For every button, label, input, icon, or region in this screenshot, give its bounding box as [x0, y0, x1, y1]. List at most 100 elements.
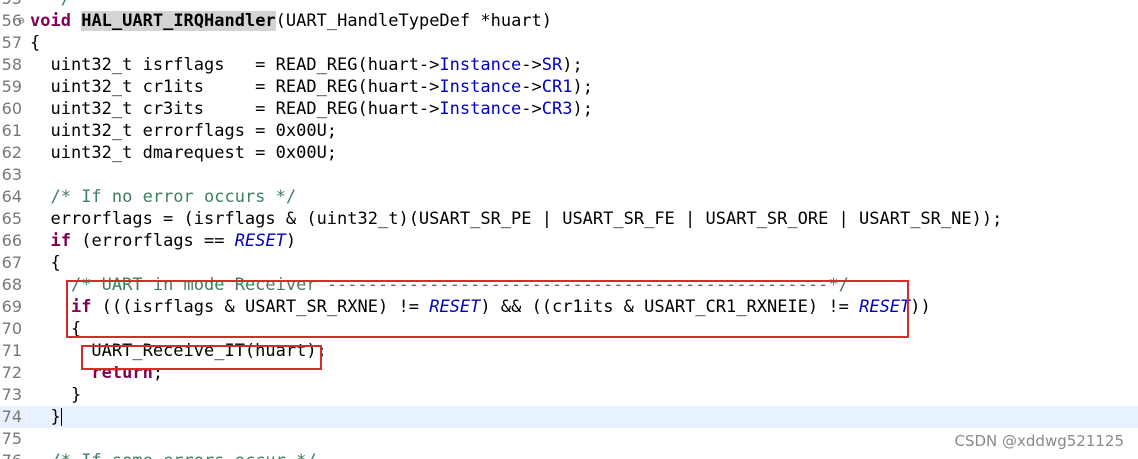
- code-token: (UART_HandleTypeDef *huart): [275, 11, 553, 31]
- code-line[interactable]: 59 uint32_t cr1its = READ_REG(huart->Ins…: [0, 76, 1138, 98]
- code-text: uint32_t isrflags = READ_REG(huart->Inst…: [30, 54, 583, 76]
- code-line[interactable]: 63: [0, 164, 1138, 186]
- code-editor[interactable]: 55 */56⊖void HAL_UART_IRQHandler(UART_Ha…: [0, 0, 1138, 459]
- code-text: uint32_t cr3its = READ_REG(huart->Instan…: [30, 98, 593, 120]
- code-token: errorflags = (isrflags & (uint32_t)(USAR…: [30, 209, 1003, 229]
- line-number: 76: [0, 450, 22, 459]
- code-text: {: [30, 32, 40, 54]
- code-text: */: [30, 0, 70, 10]
- line-number: 74: [1, 407, 22, 426]
- code-token: Instance: [439, 99, 522, 119]
- code-token: {: [30, 33, 41, 53]
- code-text: }: [30, 384, 81, 406]
- code-text: /* If some errors occur */: [30, 450, 316, 459]
- code-token: RESET: [429, 297, 481, 317]
- code-line[interactable]: 74 }: [0, 406, 1138, 428]
- code-token: CR3: [541, 99, 573, 119]
- code-text: {: [30, 318, 81, 340]
- line-number: 59: [1, 77, 22, 96]
- line-number: 58: [1, 55, 22, 74]
- code-line[interactable]: 65 errorflags = (isrflags & (uint32_t)(U…: [0, 208, 1138, 230]
- code-text: void HAL_UART_IRQHandler(UART_HandleType…: [30, 10, 552, 32]
- code-token: if: [50, 231, 71, 251]
- line-number: 60: [1, 99, 22, 118]
- code-token: ): [285, 231, 297, 251]
- code-line[interactable]: 68 /* UART in mode Receiver ------------…: [0, 274, 1138, 296]
- code-line[interactable]: 58 uint32_t isrflags = READ_REG(huart->I…: [0, 54, 1138, 76]
- line-number: 65: [1, 209, 22, 228]
- code-token: /* If some errors occur */: [50, 451, 316, 459]
- line-number: 57: [1, 33, 22, 52]
- code-token: (errorflags ==: [70, 231, 235, 251]
- line-number: 67: [1, 253, 22, 272]
- text-caret: [60, 408, 62, 426]
- function-name-highlight: HAL_UART_IRQHandler: [81, 11, 276, 31]
- fold-toggle-icon[interactable]: ⊖: [18, 10, 25, 32]
- code-token: ;: [152, 363, 164, 383]
- code-token: CR1: [541, 77, 573, 97]
- code-line[interactable]: 70 {: [0, 318, 1138, 340]
- code-token: )): [910, 297, 931, 317]
- code-token: /* UART in mode Receiver ---------------…: [70, 275, 849, 295]
- code-text: if (errorflags == RESET): [30, 230, 296, 252]
- code-line[interactable]: 72 return;: [0, 362, 1138, 384]
- code-line[interactable]: 76 /* If some errors occur */: [0, 450, 1138, 459]
- code-line[interactable]: 71 UART_Receive_IT(huart);: [0, 340, 1138, 362]
- code-token: Instance: [439, 55, 522, 75]
- code-line[interactable]: 62 uint32_t dmarequest = 0x00U;: [0, 142, 1138, 164]
- line-number: 73: [1, 385, 22, 404]
- code-line[interactable]: 55 */: [0, 0, 1138, 10]
- code-token: if: [70, 297, 92, 317]
- code-token: uint32_t cr3its = READ_REG(huart->: [30, 99, 440, 119]
- code-line[interactable]: 69 if (((isrflags & USART_SR_RXNE) != RE…: [0, 296, 1138, 318]
- code-line[interactable]: 67 {: [0, 252, 1138, 274]
- code-text: return;: [30, 362, 163, 384]
- code-token: ->: [521, 99, 542, 119]
- code-token: {: [30, 253, 61, 273]
- code-token: */: [30, 0, 70, 9]
- code-token: Instance: [439, 77, 522, 97]
- code-token: UART_Receive_IT(huart);: [30, 341, 327, 361]
- code-text: /* If no error occurs */: [30, 186, 296, 208]
- code-text: {: [30, 252, 61, 274]
- code-line[interactable]: 57 {: [0, 32, 1138, 54]
- watermark: CSDN @xddwg521125: [954, 432, 1124, 450]
- code-token: );: [562, 55, 583, 75]
- code-token: RESET: [859, 297, 911, 317]
- code-line[interactable]: 61 uint32_t errorflags = 0x00U;: [0, 120, 1138, 142]
- code-token: uint32_t dmarequest = 0x00U;: [30, 143, 338, 163]
- line-number: 66: [1, 231, 22, 250]
- line-number: 72: [1, 363, 22, 382]
- line-number: 68: [1, 275, 22, 294]
- code-line[interactable]: 60 uint32_t cr3its = READ_REG(huart->Ins…: [0, 98, 1138, 120]
- code-line[interactable]: 64 /* If no error occurs */: [0, 186, 1138, 208]
- line-number: 64: [1, 187, 22, 206]
- code-lines: 55 */56⊖void HAL_UART_IRQHandler(UART_Ha…: [0, 0, 1138, 459]
- code-token: }: [30, 407, 61, 427]
- code-token: {: [30, 319, 82, 339]
- code-line[interactable]: 66 if (errorflags == RESET): [0, 230, 1138, 252]
- code-token: uint32_t isrflags = READ_REG(huart->: [30, 55, 440, 75]
- code-line[interactable]: 56 ⊖ void HAL_UART_IRQHandler(UART_HandleT…: [0, 10, 1138, 32]
- code-text: if (((isrflags & USART_SR_RXNE) != RESET…: [30, 296, 931, 318]
- code-token: ) && ((cr1its & USART_CR1_RXNEIE) !=: [480, 297, 860, 317]
- code-token: uint32_t errorflags = 0x00U;: [30, 121, 338, 141]
- code-text: UART_Receive_IT(huart);: [30, 340, 327, 362]
- code-text: uint32_t cr1its = READ_REG(huart->Instan…: [30, 76, 593, 98]
- code-token: }: [30, 385, 82, 405]
- code-token: (((isrflags & USART_SR_RXNE) !=: [91, 297, 430, 317]
- code-text: }: [30, 406, 62, 428]
- code-token: RESET: [234, 231, 286, 251]
- code-token: ->: [521, 77, 542, 97]
- code-text: /* UART in mode Receiver ---------------…: [30, 274, 849, 296]
- code-token: /* If no error occurs */: [50, 187, 297, 207]
- line-number: 61: [1, 121, 22, 140]
- code-line[interactable]: 73 }: [0, 384, 1138, 406]
- line-number: 62: [1, 143, 22, 162]
